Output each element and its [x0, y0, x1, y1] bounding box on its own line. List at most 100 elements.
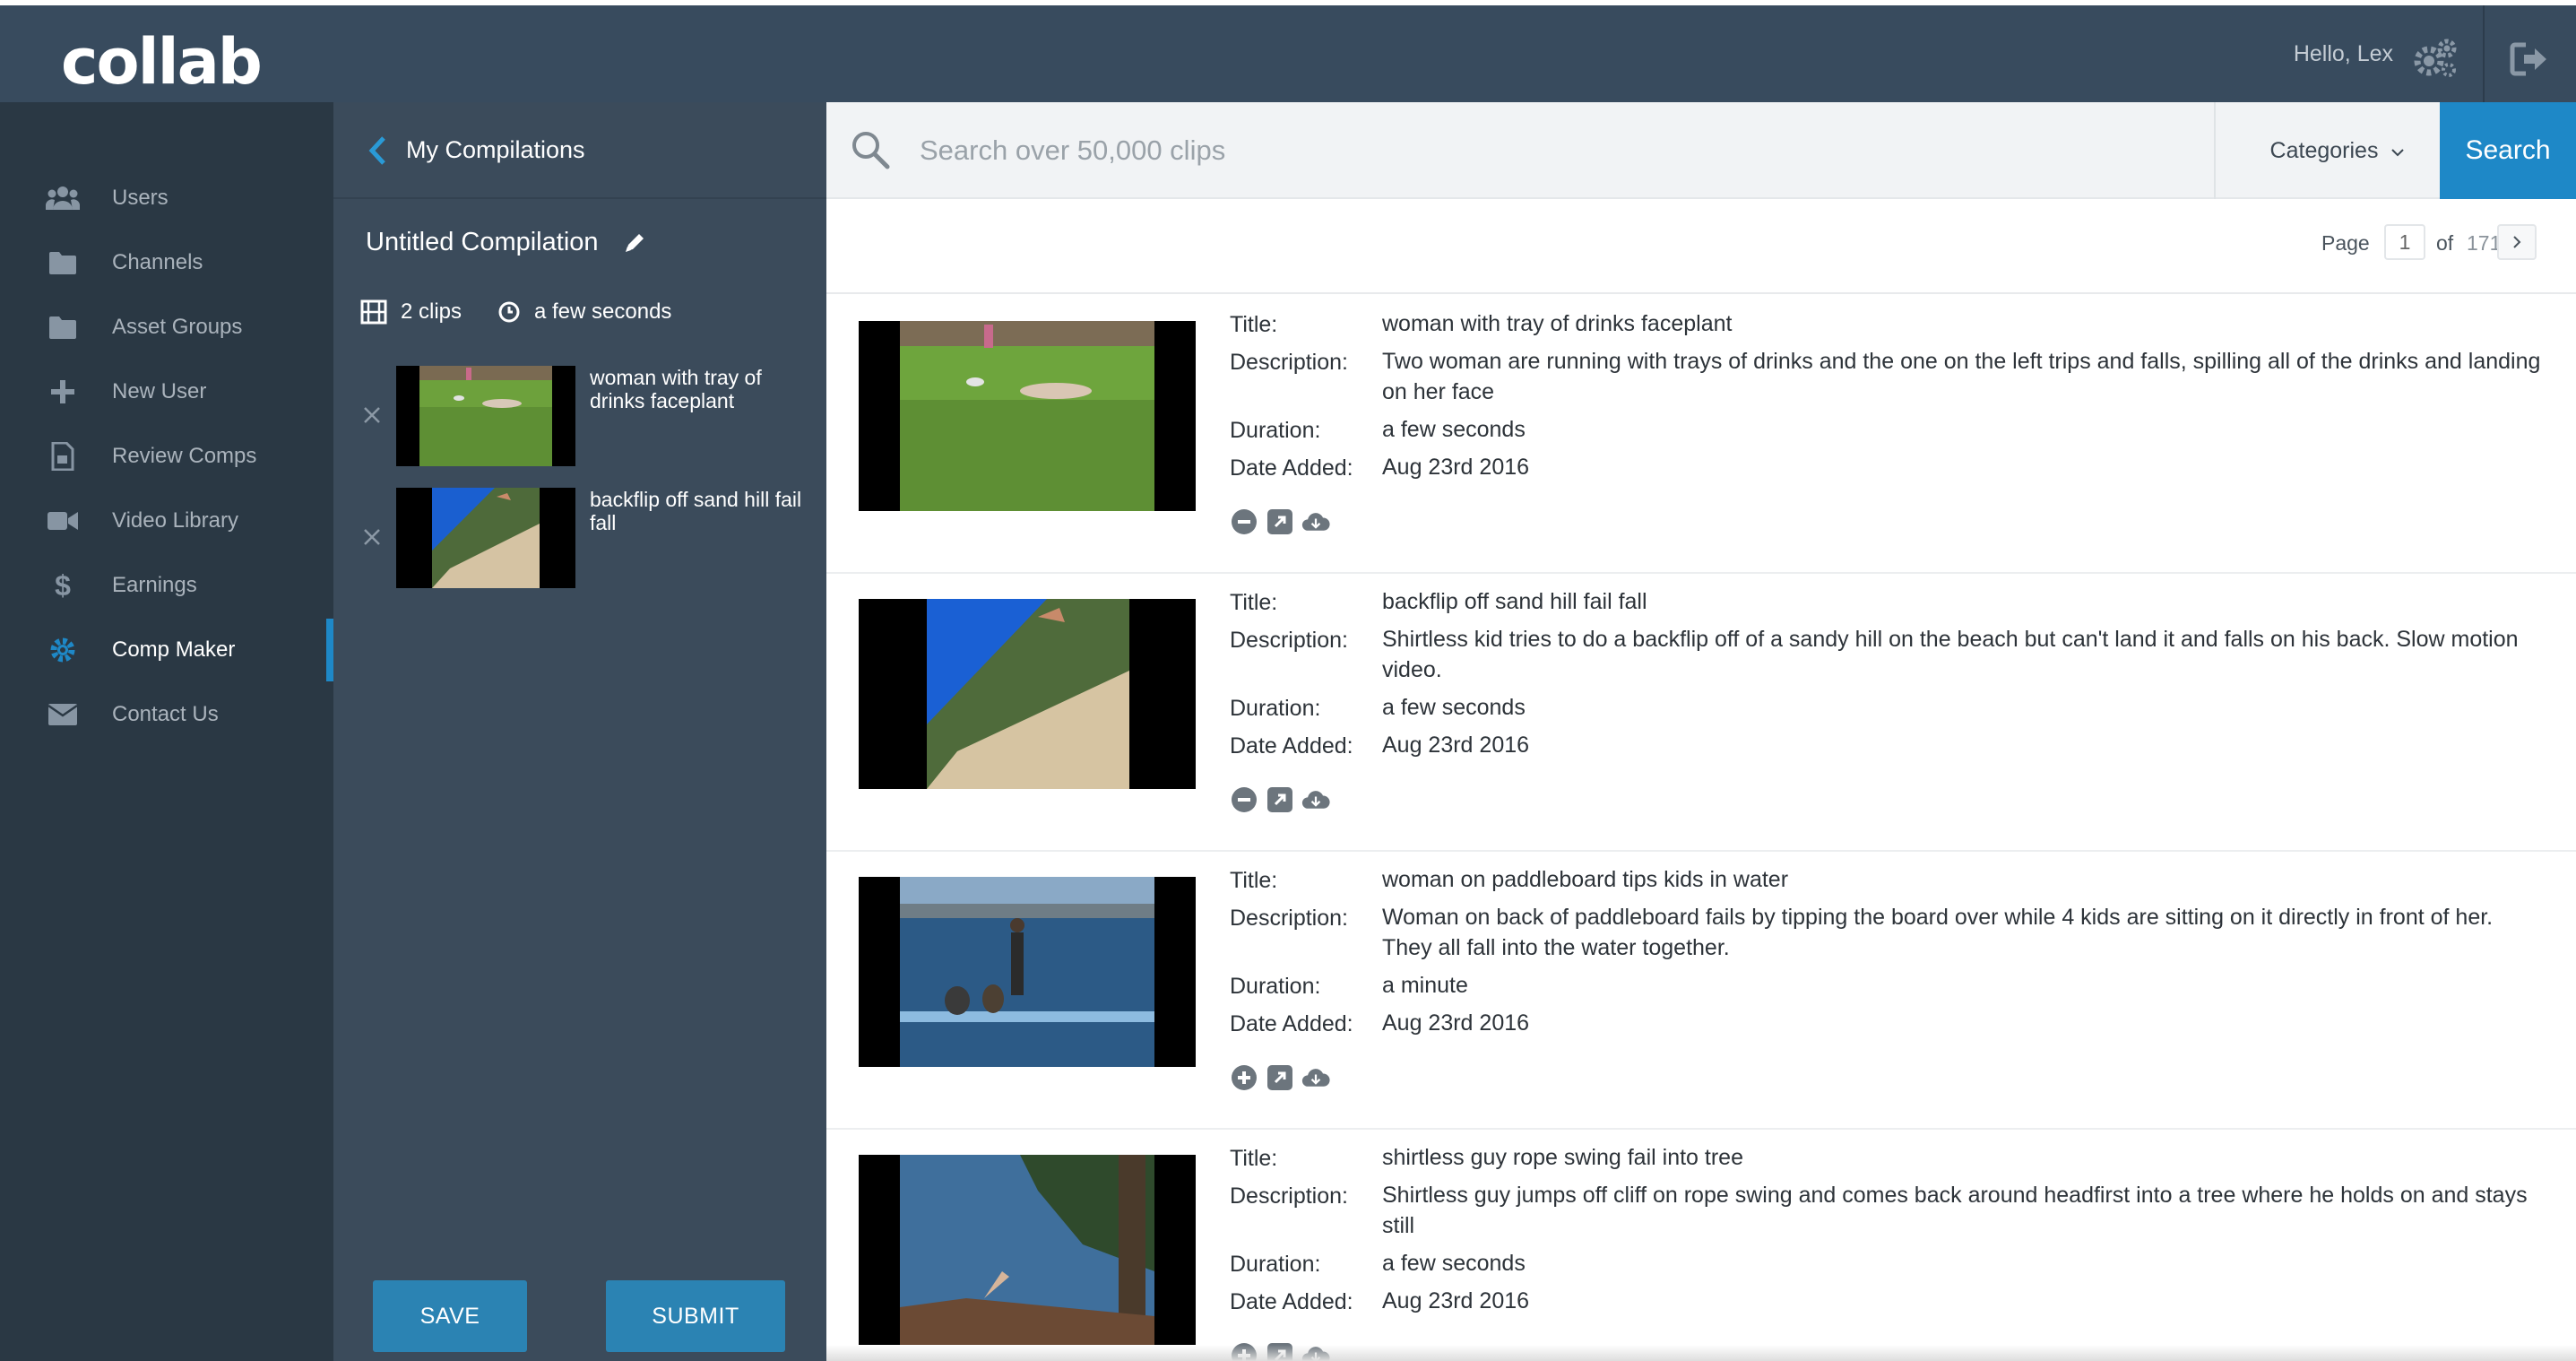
search-button[interactable]: Search	[2440, 102, 2576, 199]
plus-icon	[45, 377, 81, 407]
remove-clip-icon[interactable]	[360, 525, 384, 549]
remove-from-comp-icon[interactable]	[1230, 785, 1258, 814]
clip-count: 2 clips	[401, 299, 462, 324]
search-bar: Categories Search	[826, 102, 2576, 199]
dollar-icon: $	[55, 568, 71, 602]
page-of-label: of	[2436, 231, 2454, 255]
add-to-comp-icon[interactable]	[1230, 1063, 1258, 1092]
clip-thumbnail[interactable]	[859, 1155, 1196, 1345]
user-greeting: Hello, Lex	[2293, 41, 2393, 66]
date-added-label: Date Added:	[1230, 733, 1353, 759]
sidebar-item-comp-maker[interactable]: Comp Maker	[0, 619, 333, 681]
open-external-icon[interactable]	[1266, 1063, 1294, 1092]
next-page-button[interactable]	[2497, 224, 2537, 260]
remove-clip-icon[interactable]	[360, 403, 384, 427]
app-logo[interactable]: collab	[61, 25, 263, 99]
categories-label: Categories	[2269, 137, 2379, 163]
date-added-label: Date Added:	[1230, 1289, 1353, 1314]
sidebar: Users Channels Asset Groups New User Rev…	[0, 102, 333, 1361]
pencil-icon[interactable]	[622, 230, 647, 256]
title-label: Title:	[1230, 868, 1278, 893]
clip-date-added: Aug 23rd 2016	[1382, 1010, 1530, 1036]
search-icon	[850, 129, 891, 170]
video-camera-icon	[45, 506, 81, 536]
sidebar-item-new-user[interactable]: New User	[0, 360, 333, 423]
clip-duration: a few seconds	[1382, 695, 1526, 720]
sidebar-item-label: Comp Maker	[112, 637, 236, 662]
description-label: Description:	[1230, 350, 1348, 375]
compilation-name[interactable]: Untitled Compilation	[366, 228, 599, 257]
sidebar-item-earnings[interactable]: $ Earnings	[0, 554, 333, 617]
submit-button[interactable]: SUBMIT	[606, 1280, 785, 1352]
clip-result: Title: backflip off sand hill fail fall …	[826, 574, 2576, 852]
compilation-clip-title: woman with tray of drinks faceplant	[590, 366, 762, 412]
pagination: Page 1 of 171	[826, 199, 2576, 294]
page-label: Page	[2321, 231, 2370, 255]
date-added-label: Date Added:	[1230, 1011, 1353, 1036]
cloud-download-icon[interactable]	[1301, 1063, 1330, 1092]
clip-title: woman on paddleboard tips kids in water	[1382, 867, 1789, 892]
gear-icon	[45, 635, 81, 665]
search-input[interactable]	[920, 127, 2174, 174]
categories-dropdown[interactable]: Categories	[2214, 102, 2459, 199]
clip-duration: a few seconds	[1382, 417, 1526, 442]
sidebar-item-video-library[interactable]: Video Library	[0, 490, 333, 552]
page-number-input[interactable]: 1	[2384, 224, 2425, 260]
sidebar-item-channels[interactable]: Channels	[0, 231, 333, 294]
sidebar-item-users[interactable]: Users	[0, 167, 333, 230]
users-icon	[45, 183, 81, 213]
clip-duration: a minute	[1382, 973, 1468, 998]
compilation-clip[interactable]: woman with tray of drinks faceplant	[333, 366, 826, 468]
clip-actions	[1230, 507, 1330, 536]
duration-label: Duration:	[1230, 1252, 1321, 1277]
sidebar-item-label: Channels	[112, 250, 203, 274]
chevron-left-icon[interactable]	[366, 134, 389, 167]
clip-date-added: Aug 23rd 2016	[1382, 733, 1530, 758]
clip-result: Title: woman with tray of drinks facepla…	[826, 296, 2576, 574]
duration-label: Duration:	[1230, 974, 1321, 999]
duration-label: Duration:	[1230, 696, 1321, 721]
compilation-clip-title: backflip off sand hill fail fall	[590, 488, 802, 534]
sidebar-item-asset-groups[interactable]: Asset Groups	[0, 296, 333, 359]
clip-description: Shirtless guy jumps off cliff on rope sw…	[1382, 1183, 2528, 1238]
sidebar-item-label: Review Comps	[112, 444, 257, 468]
title-label: Title:	[1230, 312, 1278, 337]
chevron-right-icon	[2513, 236, 2521, 248]
main-content: Categories Search Page 1 of 171	[826, 102, 2576, 1361]
date-added-label: Date Added:	[1230, 455, 1353, 481]
clip-thumbnail[interactable]	[396, 366, 575, 466]
cloud-download-icon[interactable]	[1301, 785, 1330, 814]
topbar-divider	[2483, 5, 2485, 102]
sidebar-item-review-comps[interactable]: Review Comps	[0, 425, 333, 488]
remove-from-comp-icon[interactable]	[1230, 507, 1258, 536]
clip-date-added: Aug 23rd 2016	[1382, 1288, 1530, 1313]
clip-description: Two woman are running with trays of drin…	[1382, 349, 2541, 404]
description-label: Description:	[1230, 906, 1348, 931]
description-label: Description:	[1230, 628, 1348, 653]
cloud-download-icon[interactable]	[1301, 507, 1330, 536]
compilation-panel: My Compilations Untitled Compilation 2 c…	[333, 102, 826, 1361]
description-label: Description:	[1230, 1183, 1348, 1209]
gears-icon[interactable]	[2413, 38, 2458, 79]
clip-description: Shirtless kid tries to do a backflip off…	[1382, 627, 2519, 682]
top-bar: collab Hello, Lex	[0, 0, 2576, 102]
clip-title: woman with tray of drinks faceplant	[1382, 311, 1733, 336]
logout-icon[interactable]	[2510, 41, 2549, 77]
clip-description: Woman on back of paddleboard fails by ti…	[1382, 905, 2494, 960]
clip-thumbnail[interactable]	[859, 877, 1196, 1067]
clip-thumbnail[interactable]	[859, 599, 1196, 789]
my-compilations-link[interactable]: My Compilations	[406, 136, 585, 164]
clip-date-added: Aug 23rd 2016	[1382, 455, 1530, 480]
open-external-icon[interactable]	[1266, 785, 1294, 814]
title-label: Title:	[1230, 1146, 1278, 1171]
open-external-icon[interactable]	[1266, 507, 1294, 536]
clip-thumbnail[interactable]	[859, 321, 1196, 511]
sidebar-item-contact-us[interactable]: Contact Us	[0, 683, 333, 746]
compilation-header: My Compilations	[333, 102, 826, 199]
document-icon	[45, 441, 81, 472]
folder-icon	[45, 247, 81, 278]
save-button[interactable]: SAVE	[373, 1280, 527, 1352]
compilation-clip[interactable]: backflip off sand hill fail fall	[333, 488, 826, 590]
sidebar-item-label: New User	[112, 379, 207, 403]
clip-thumbnail[interactable]	[396, 488, 575, 588]
